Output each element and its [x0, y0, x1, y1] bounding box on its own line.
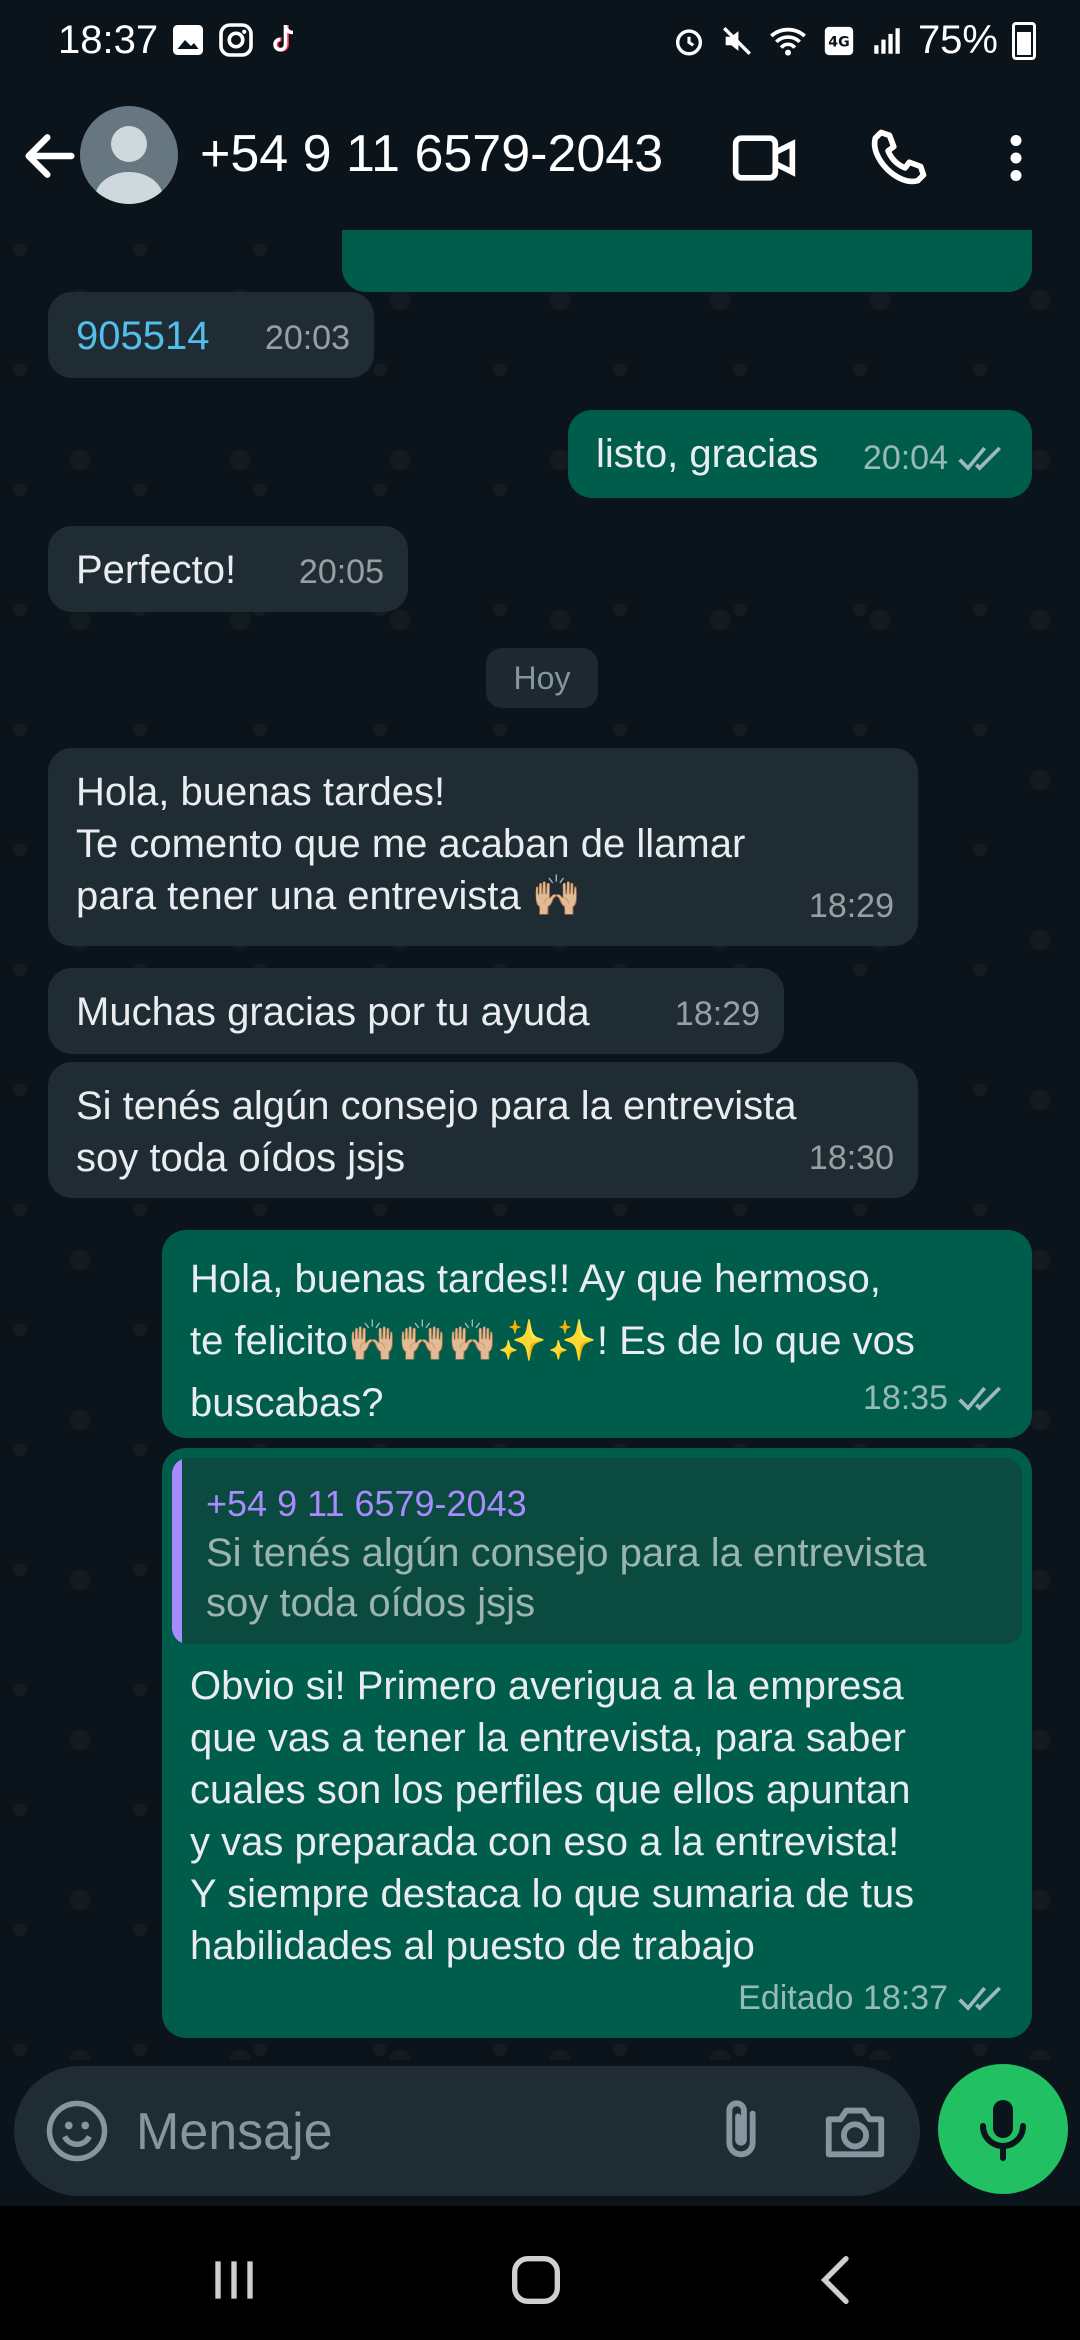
message-list[interactable]: 905514 20:03 listo, gracias 20:04 Perfec…	[0, 230, 1080, 2060]
svg-text:4G: 4G	[828, 34, 849, 50]
quoted-text: Si tenés algún consejo para la entrevist…	[206, 1531, 927, 1625]
message-meta: 20:04	[863, 432, 1008, 484]
emoji-icon[interactable]	[44, 2098, 110, 2164]
more-options-icon[interactable]	[986, 124, 1046, 192]
message-time: 18:30	[808, 1139, 894, 1177]
quoted-message[interactable]: +54 9 11 6579-2043 Si tenés algún consej…	[172, 1458, 1022, 1644]
message-bubble-outgoing-reply[interactable]: +54 9 11 6579-2043 Si tenés algún consej…	[162, 1448, 1032, 2038]
read-receipt-icon	[958, 446, 1001, 471]
system-navigation-bar	[0, 2206, 1080, 2340]
message-text: Obvio si! Primero averigua a la empresa …	[190, 1664, 915, 1968]
alarm-icon	[675, 28, 702, 55]
status-time: 18:37	[58, 18, 159, 62]
message-text[interactable]: 905514	[76, 310, 209, 362]
phone-call-icon[interactable]	[864, 124, 932, 192]
video-call-icon[interactable]	[730, 124, 798, 192]
microphone-icon	[980, 2100, 1026, 2161]
message-time: 18:29	[808, 887, 894, 925]
back-nav-icon[interactable]	[806, 2248, 870, 2312]
date-separator: Hoy	[486, 648, 598, 708]
contact-name[interactable]: +54 9 11 6579-2043	[200, 124, 663, 184]
volte-icon: 4G	[824, 26, 854, 55]
message-text: Perfecto!	[76, 548, 237, 592]
wifi-icon	[770, 27, 806, 56]
voice-message-button[interactable]	[938, 2064, 1068, 2194]
message-bubble-partial[interactable]	[342, 230, 1032, 292]
chat-header: +54 9 11 6579-2043	[0, 84, 1080, 230]
message-time: 20:05	[298, 553, 384, 591]
message-text: Hola, buenas tardes!! Ay que hermoso, te…	[190, 1257, 915, 1425]
notification-icons	[170, 22, 302, 58]
message-input[interactable]: Mensaje	[136, 2102, 333, 2162]
message-time: 20:03	[264, 319, 350, 357]
message-bubble-outgoing[interactable]: listo, gracias 20:04	[568, 410, 1032, 498]
system-status: 4G 75%	[672, 18, 1036, 63]
battery-icon	[1012, 21, 1036, 60]
camera-icon[interactable]	[820, 2096, 890, 2166]
home-icon[interactable]	[504, 2248, 568, 2312]
message-text: Muchas gracias por tu ayuda	[76, 990, 590, 1034]
message-bubble-incoming[interactable]: Muchas gracias por tu ayuda 18:29	[48, 968, 784, 1054]
battery-percentage: 75%	[917, 18, 998, 62]
message-bubble-incoming[interactable]: Perfecto! 20:05	[48, 526, 408, 612]
message-bubble-incoming[interactable]: 905514 20:03	[48, 292, 374, 378]
message-text: Si tenés algún consejo para la entrevist…	[76, 1084, 797, 1180]
recent-apps-icon[interactable]	[202, 2248, 266, 2312]
instagram-icon	[219, 23, 253, 57]
tiktok-icon	[273, 24, 294, 52]
message-meta: Editado 18:37	[738, 1972, 1008, 2024]
back-arrow-icon[interactable]	[18, 124, 82, 188]
message-bubble-incoming[interactable]: Hola, buenas tardes! Te comento que me a…	[48, 748, 918, 946]
avatar[interactable]	[80, 106, 178, 204]
quote-accent-bar	[172, 1458, 182, 1644]
read-receipt-icon	[958, 1386, 1001, 1411]
gallery-icon	[173, 25, 203, 55]
message-text: listo, gracias	[596, 432, 819, 476]
status-bar: 18:37 4G 75%	[0, 0, 1080, 84]
read-receipt-icon	[958, 1986, 1001, 2011]
quoted-sender: +54 9 11 6579-2043	[206, 1483, 527, 1524]
message-bubble-outgoing[interactable]: Hola, buenas tardes!! Ay que hermoso, te…	[162, 1230, 1032, 1438]
mute-icon	[722, 26, 751, 55]
signal-icon	[874, 27, 900, 54]
message-bubble-incoming[interactable]: Si tenés algún consejo para la entrevist…	[48, 1062, 918, 1198]
message-meta: 18:35	[863, 1372, 1008, 1424]
message-time: 18:29	[674, 995, 760, 1033]
message-composer[interactable]: Mensaje	[14, 2066, 920, 2196]
attach-icon[interactable]	[706, 2096, 776, 2166]
message-text: Hola, buenas tardes! Te comento que me a…	[76, 770, 746, 918]
